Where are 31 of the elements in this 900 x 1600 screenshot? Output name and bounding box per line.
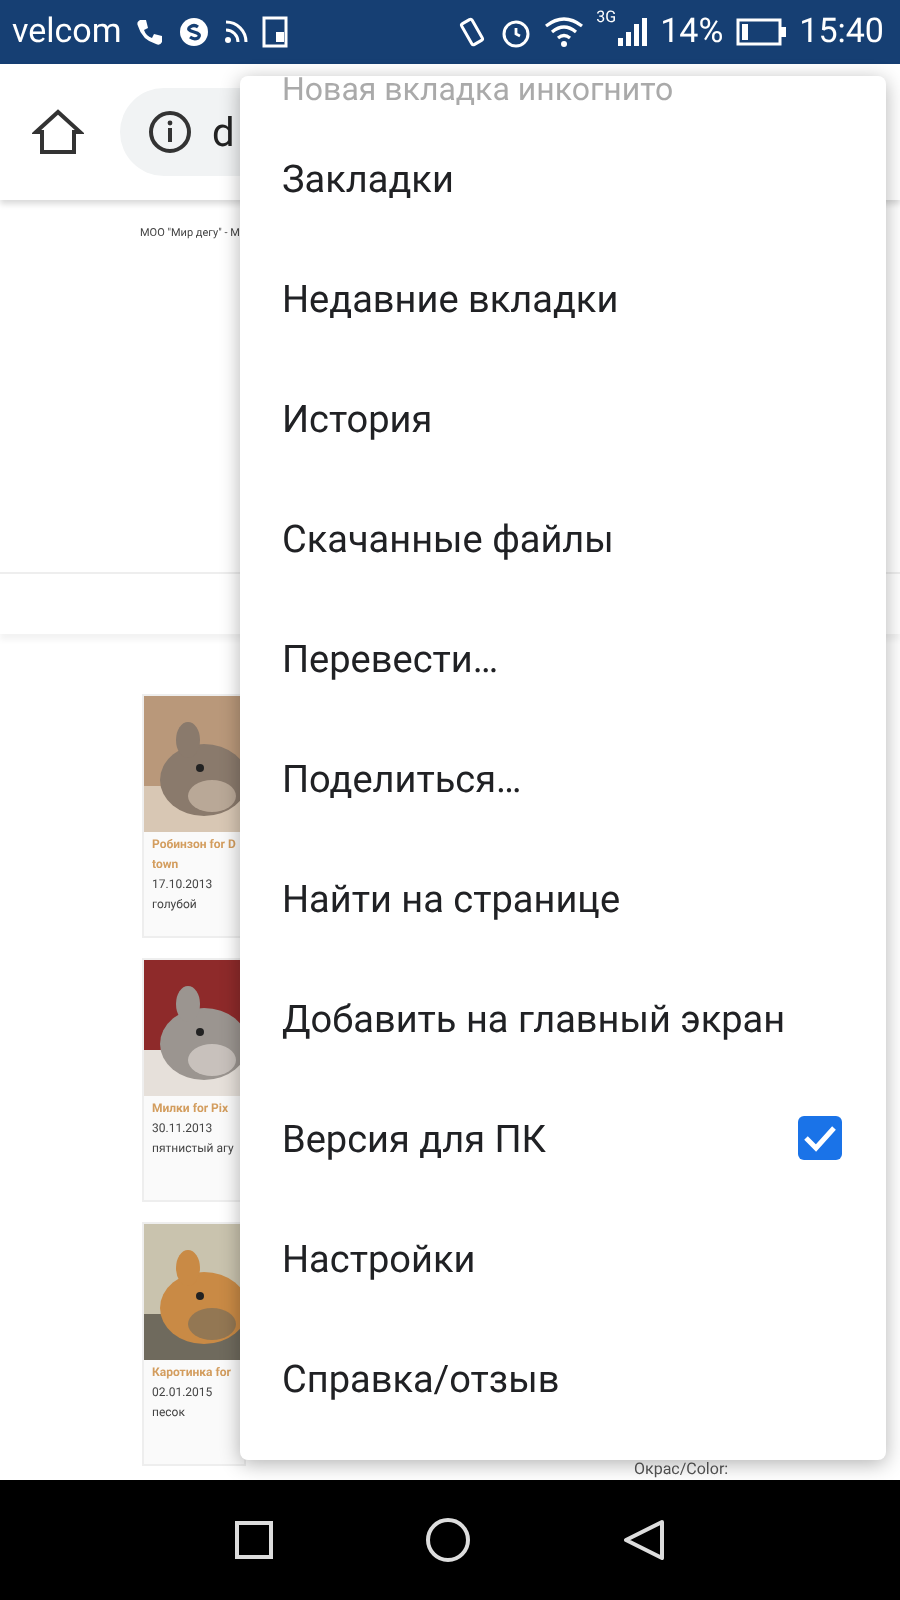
menu-item[interactable]: Перевести… bbox=[240, 598, 886, 718]
menu-item[interactable]: Закладки bbox=[240, 118, 886, 238]
info-icon bbox=[148, 110, 192, 154]
network-type: 3G bbox=[596, 8, 617, 26]
carrier-name: velcom bbox=[12, 12, 122, 52]
signal-icon bbox=[616, 16, 649, 48]
wifi-icon bbox=[544, 16, 585, 48]
address-text: d bbox=[212, 108, 235, 156]
skype-icon bbox=[177, 16, 210, 48]
rss-icon bbox=[221, 18, 250, 46]
vibrate-icon bbox=[456, 16, 489, 48]
battery-icon bbox=[735, 18, 788, 46]
sim-icon bbox=[261, 16, 290, 48]
menu-item[interactable]: Скачанные файлы bbox=[240, 478, 886, 598]
color-label: Окрас/Color: bbox=[634, 1460, 729, 1478]
menu-item[interactable]: Справка/отзыв bbox=[240, 1318, 886, 1438]
phone-icon bbox=[133, 16, 166, 48]
menu-item[interactable]: Настройки bbox=[240, 1198, 886, 1318]
menu-item[interactable]: Найти на странице bbox=[240, 838, 886, 958]
menu-item[interactable]: Добавить на главный экран bbox=[240, 958, 886, 1078]
menu-item[interactable]: Версия для ПК bbox=[240, 1078, 886, 1198]
recents-icon[interactable] bbox=[234, 1520, 275, 1560]
clock-time: 15:40 bbox=[799, 12, 884, 52]
alarm-icon bbox=[500, 16, 533, 48]
home-icon[interactable] bbox=[32, 108, 84, 156]
menu-item[interactable]: Поделиться… bbox=[240, 718, 886, 838]
back-icon[interactable] bbox=[621, 1518, 666, 1562]
battery-percent: 14% bbox=[660, 12, 724, 52]
menu-item[interactable]: Недавние вкладки bbox=[240, 238, 886, 358]
checkbox[interactable] bbox=[798, 1116, 842, 1160]
menu-item[interactable]: История bbox=[240, 358, 886, 478]
